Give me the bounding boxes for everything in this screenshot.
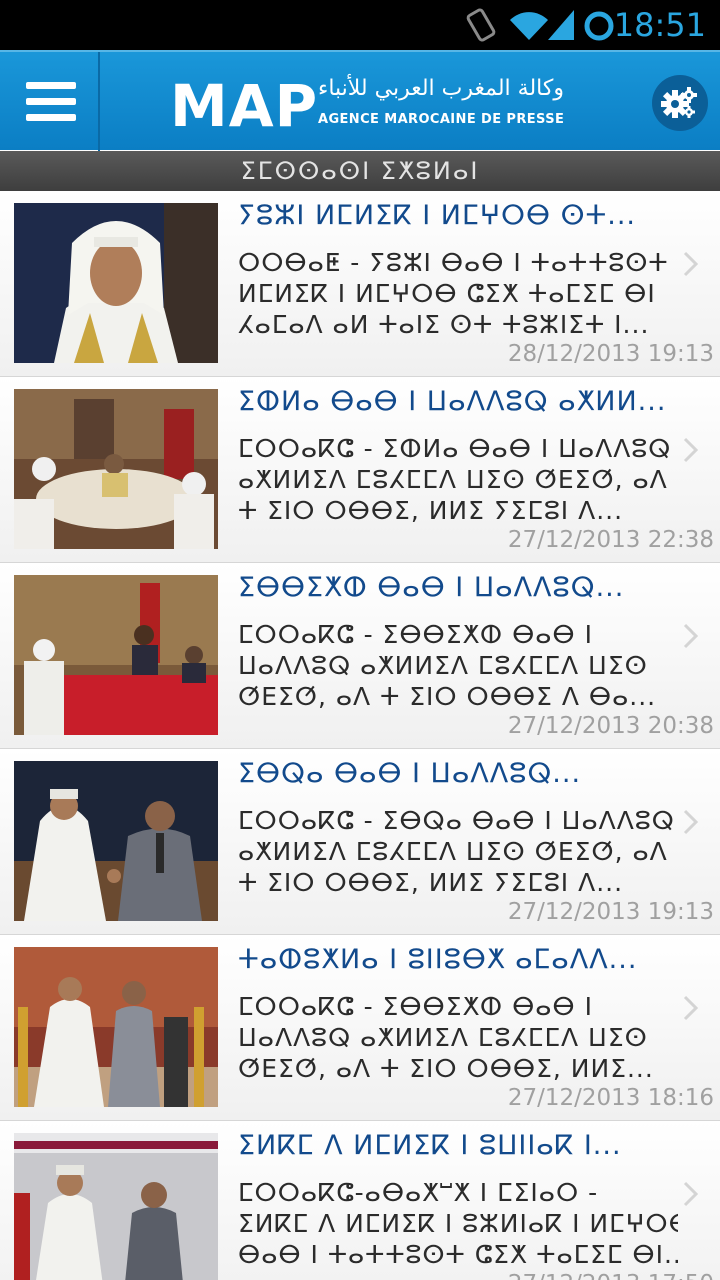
news-title[interactable]: ⵉⴱⴱⵉⵅⵀ ⴱⴰⴱ ⵏ ⵡⴰⴷⴷⵓⵕ...: [238, 571, 678, 605]
gears-icon: [661, 87, 697, 118]
chevron-right-icon: [683, 437, 699, 463]
chevron-right-icon: [683, 995, 699, 1021]
clock: 18:51: [613, 6, 706, 44]
news-thumbnail: [14, 389, 218, 549]
logo-text: MAP: [170, 72, 319, 140]
news-date: 27/12/2013 19:13: [507, 899, 714, 925]
news-title[interactable]: ⵜⴰⵀⵓⵅⵍⴰ ⵏ ⵓⵏⵏⵓⴱⵅ ⴰⵎⴰⴷⴷ...: [238, 943, 678, 977]
chevron-right-icon: [683, 1181, 699, 1207]
news-item[interactable]: ⵢⵓⵣⵏ ⵍⵎⵍⵉⴽ ⵏ ⵍⵎⵖⵔⴱ ⵙⵜ... ⵔⵔⴱⴰⵟ - ⵢⵓⵣⵏ ⴱⴰ…: [0, 191, 720, 377]
chevron-right-icon: [683, 623, 699, 649]
logo-french-text: AGENCE MAROCAINE DE PRESSE: [318, 112, 565, 127]
chevron-right-icon: [683, 809, 699, 835]
news-thumbnail: [14, 203, 218, 363]
news-thumbnail: [14, 761, 218, 921]
news-item[interactable]: ⵉⴱⵕⴰ ⴱⴰⴱ ⵏ ⵡⴰⴷⴷⵓⵕ... ⵎⵔⵔⴰⴽⵛ - ⵉⴱⵕⴰ ⴱⴰⴱ ⵏ…: [0, 749, 720, 935]
news-title[interactable]: ⵉⵍⴽⵎ ⴷ ⵍⵎⵍⵉⴽ ⵏ ⵓⵡⵏⵏⴰⴽ ⵏ...: [238, 1129, 678, 1163]
news-summary: ⵎⵔⵔⴰⴽⵛ - ⵉⴱⴱⵉⵅⵀ ⴱⴰⴱ ⵏ ⵡⴰⴷⴷⵓⵕ ⴰⵅⵍⵍⵉⴷ ⵎⵓⵃⵎ…: [238, 620, 657, 711]
news-item[interactable]: ⵉⵀⵍⴰ ⴱⴰⴱ ⵏ ⵡⴰⴷⴷⵓⵕ ⴰⵅⵍⵍ... ⵎⵔⵔⴰⴽⵛ - ⵉⵀⵍⴰ …: [0, 377, 720, 563]
logo-arabic-text: وكالة المغرب العربي للأنباء: [318, 76, 564, 101]
menu-button[interactable]: [0, 52, 100, 152]
screen-rotation-icon: [466, 8, 496, 42]
news-date: 27/12/2013 17:50: [508, 1271, 714, 1280]
news-date: 28/12/2013 19:13: [507, 341, 714, 367]
news-date: 27/12/2013 18:16: [507, 1085, 714, 1111]
news-title[interactable]: ⵢⵓⵣⵏ ⵍⵎⵍⵉⴽ ⵏ ⵍⵎⵖⵔⴱ ⵙⵜ...: [238, 199, 678, 233]
news-list[interactable]: ⵢⵓⵣⵏ ⵍⵎⵍⵉⴽ ⵏ ⵍⵎⵖⵔⴱ ⵙⵜ... ⵔⵔⴱⴰⵟ - ⵢⵓⵣⵏ ⴱⴰ…: [0, 191, 720, 1280]
news-summary: ⵎⵔⵔⴰⴽⵛ-ⴰⴱⴰⵅⵯⵅ ⵏ ⵎⵉⵏⴰⵔ - ⵉⵍⴽⵎ ⴷ ⵍⵎⵍⵉⴽ ⵏ ⵓ…: [238, 1178, 678, 1269]
news-thumbnail: [14, 575, 218, 735]
news-thumbnail: [14, 1133, 218, 1280]
news-item[interactable]: ⵉⴱⴱⵉⵅⵀ ⴱⴰⴱ ⵏ ⵡⴰⴷⴷⵓⵕ... ⵎⵔⵔⴰⴽⵛ - ⵉⴱⴱⵉⵅⵀ ⴱ…: [0, 563, 720, 749]
wifi-icon: [510, 12, 548, 40]
news-summary: ⵔⵔⴱⴰⵟ - ⵢⵓⵣⵏ ⴱⴰⴱ ⵏ ⵜⴰⵜⵜⵓⵙⵜ ⵍⵎⵍⵉⴽ ⵏ ⵍⵎⵖⵔⴱ…: [238, 248, 669, 339]
news-title[interactable]: ⵉⵀⵍⴰ ⴱⴰⴱ ⵏ ⵡⴰⴷⴷⵓⵕ ⴰⵅⵍⵍ...: [238, 385, 678, 419]
signal-icon: [548, 10, 574, 40]
status-bar: 18:51: [0, 0, 720, 50]
news-item[interactable]: ⵜⴰⵀⵓⵅⵍⴰ ⵏ ⵓⵏⵏⵓⴱⵅ ⴰⵎⴰⴷⴷ... ⵎⵔⵔⴰⴽⵛ - ⵉⴱⴱⵉⵅ…: [0, 935, 720, 1121]
section-title: ⵉⵎⵙⵙⴰⵙⵏ ⵉⵅⵓⵍⴰⵏ: [0, 151, 720, 191]
chevron-right-icon: [683, 251, 699, 277]
battery-ring-icon: [584, 11, 614, 41]
news-summary: ⵎⵔⵔⴰⴽⵛ - ⵉⵀⵍⴰ ⴱⴰⴱ ⵏ ⵡⴰⴷⴷⵓⵕ ⴰⵅⵍⵍⵉⴷ ⵎⵓⵃⵎⵎⴷ…: [238, 434, 672, 525]
news-thumbnail: [14, 947, 218, 1107]
news-date: 27/12/2013 22:38: [507, 527, 714, 553]
menu-icon: [26, 82, 76, 89]
settings-button[interactable]: [652, 75, 708, 131]
news-summary: ⵎⵔⵔⴰⴽⵛ - ⵉⴱⴱⵉⵅⵀ ⴱⴰⴱ ⵏ ⵡⴰⴷⴷⵓⵕ ⴰⵅⵍⵍⵉⴷ ⵎⵓⵃⵎ…: [238, 992, 654, 1083]
app-header: MAP وكالة المغرب العربي للأنباء AGENCE M…: [0, 50, 720, 152]
news-item[interactable]: ⵉⵍⴽⵎ ⴷ ⵍⵎⵍⵉⴽ ⵏ ⵓⵡⵏⵏⴰⴽ ⵏ... ⵎⵔⵔⴰⴽⵛ-ⴰⴱⴰⵅⵯⵅ…: [0, 1121, 720, 1280]
news-title[interactable]: ⵉⴱⵕⴰ ⴱⴰⴱ ⵏ ⵡⴰⴷⴷⵓⵕ...: [238, 757, 678, 791]
news-summary: ⵎⵔⵔⴰⴽⵛ - ⵉⴱⵕⴰ ⴱⴰⴱ ⵏ ⵡⴰⴷⴷⵓⵕ ⴰⵅⵍⵍⵉⴷ ⵎⵓⵃⵎⵎⴷ…: [238, 806, 675, 897]
news-date: 27/12/2013 20:38: [507, 713, 714, 739]
